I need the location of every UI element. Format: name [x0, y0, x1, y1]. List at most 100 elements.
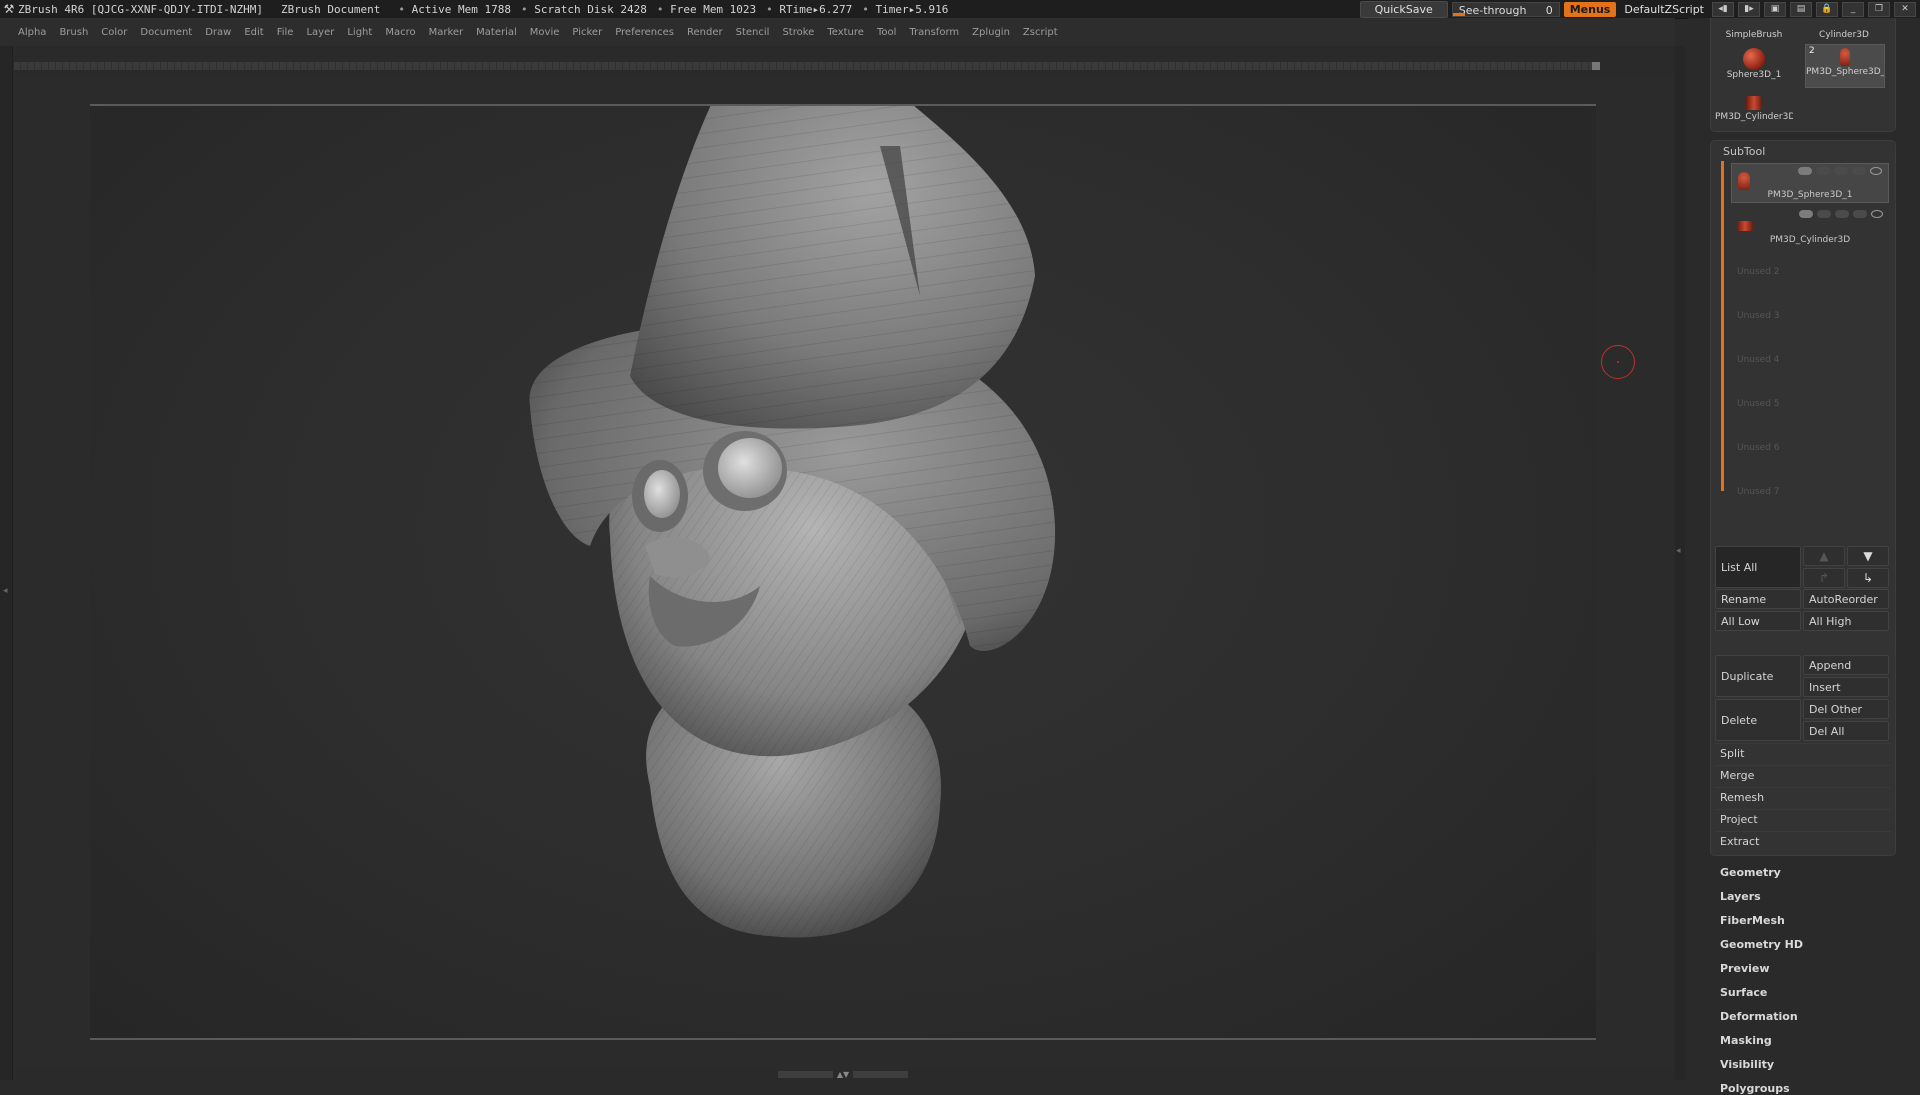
move-up-arrow-icon[interactable]: ↱ — [1803, 568, 1845, 588]
section-geometry-hd[interactable]: Geometry HD — [1720, 938, 1803, 951]
menu-zplugin[interactable]: Zplugin — [972, 27, 1010, 38]
restore-icon[interactable]: ❐ — [1868, 1, 1890, 17]
tray-left-icon[interactable]: ◂▮ — [1712, 1, 1734, 17]
tool-pm3d-cylinder3d1[interactable]: PM3D_Cylinder3D1 — [1715, 90, 1793, 130]
del-other-button[interactable]: Del Other — [1803, 699, 1889, 719]
eye-icon[interactable] — [1870, 167, 1882, 175]
subtool-title[interactable]: SubTool — [1723, 145, 1765, 158]
bottom-handle-left[interactable] — [778, 1071, 833, 1078]
subtool-empty-slot[interactable]: Unused 2 — [1731, 251, 1889, 291]
menu-document[interactable]: Document — [140, 27, 192, 38]
all-high-button[interactable]: All High — [1803, 611, 1889, 631]
lock-icon[interactable]: 🔒 — [1816, 1, 1838, 17]
menu-alpha[interactable]: Alpha — [18, 27, 46, 38]
menu-zscript[interactable]: Zscript — [1023, 27, 1058, 38]
split-button[interactable]: Split — [1715, 743, 1891, 763]
subtool-item[interactable]: PM3D_Sphere3D_1 — [1731, 163, 1889, 203]
bottom-handle-right[interactable] — [853, 1071, 908, 1078]
folder-toggle[interactable] — [1834, 167, 1848, 175]
merge-button[interactable]: Merge — [1715, 765, 1891, 785]
default-zscript-button[interactable]: DefaultZScript — [1620, 3, 1708, 16]
menu-tool[interactable]: Tool — [877, 27, 896, 38]
menu-movie[interactable]: Movie — [530, 27, 560, 38]
del-all-button[interactable]: Del All — [1803, 721, 1889, 741]
bottom-tray-handle[interactable]: ▲▼ — [778, 1071, 908, 1079]
section-fibermesh[interactable]: FiberMesh — [1720, 914, 1785, 927]
document-canvas[interactable] — [90, 104, 1596, 1040]
section-masking[interactable]: Masking — [1720, 1034, 1772, 1047]
bottom-tray-arrow-icon[interactable]: ▲▼ — [837, 1071, 849, 1079]
menu-light[interactable]: Light — [347, 27, 372, 38]
section-deformation[interactable]: Deformation — [1720, 1010, 1798, 1023]
menu-file[interactable]: File — [277, 27, 294, 38]
left-tray-arrow-icon[interactable]: ◂ — [3, 586, 8, 596]
list-all-button[interactable]: List All — [1715, 546, 1801, 588]
subtool-scrollbar[interactable] — [1721, 161, 1724, 491]
project-button[interactable]: Project — [1715, 809, 1891, 829]
subtool-item[interactable]: PM3D_Cylinder3D — [1731, 207, 1889, 247]
see-through-slider[interactable]: See-through 0 — [1451, 1, 1560, 17]
subtool-empty-slot[interactable]: Unused 6 — [1731, 427, 1889, 467]
autoreorder-button[interactable]: AutoReorder — [1803, 589, 1889, 609]
rename-button[interactable]: Rename — [1715, 589, 1801, 609]
menu-layer[interactable]: Layer — [306, 27, 334, 38]
rtime: RTime▸6.277 — [766, 3, 852, 16]
tray-right-icon[interactable]: ▮▸ — [1738, 1, 1760, 17]
menu-preferences[interactable]: Preferences — [615, 27, 674, 38]
extract-button[interactable]: Extract — [1715, 831, 1891, 851]
section-surface[interactable]: Surface — [1720, 986, 1767, 999]
append-button[interactable]: Append — [1803, 655, 1889, 675]
menu-picker[interactable]: Picker — [572, 27, 602, 38]
menu-render[interactable]: Render — [687, 27, 723, 38]
tool-pm3d-sphere3d[interactable]: 2 PM3D_Sphere3D_ — [1805, 44, 1885, 88]
menu-marker[interactable]: Marker — [429, 27, 464, 38]
right-tray-arrow-icon[interactable]: ◂ — [1676, 546, 1681, 556]
menu-macro[interactable]: Macro — [385, 27, 415, 38]
section-preview[interactable]: Preview — [1720, 962, 1770, 975]
menu-transform[interactable]: Transform — [909, 27, 959, 38]
layout-icon[interactable]: ▣ — [1764, 1, 1786, 17]
section-visibility[interactable]: Visibility — [1720, 1058, 1774, 1071]
edit-toggle[interactable] — [1852, 167, 1866, 175]
remesh-button[interactable]: Remesh — [1715, 787, 1891, 807]
eye-icon[interactable] — [1871, 210, 1883, 218]
right-tray-edge[interactable]: ◂ — [1675, 46, 1685, 1080]
polypaint-toggle[interactable] — [1798, 167, 1812, 175]
memory-stats: Active Mem 1788 Scratch Disk 2428 Free M… — [398, 3, 949, 16]
left-tray-edge[interactable]: ◂ — [0, 46, 13, 1080]
layout-alt-icon[interactable]: ▤ — [1790, 1, 1812, 17]
menu-texture[interactable]: Texture — [827, 27, 864, 38]
material-toggle[interactable] — [1816, 167, 1830, 175]
menus-toggle-button[interactable]: Menus — [1563, 1, 1617, 17]
folder-toggle[interactable] — [1835, 210, 1849, 218]
menu-stencil[interactable]: Stencil — [736, 27, 770, 38]
delete-button[interactable]: Delete — [1715, 699, 1801, 741]
edit-toggle[interactable] — [1853, 210, 1867, 218]
quicksave-button[interactable]: QuickSave — [1359, 0, 1448, 18]
subtool-empty-slot[interactable]: Unused 4 — [1731, 339, 1889, 379]
subtool-empty-slot[interactable]: Unused 7 — [1731, 471, 1889, 511]
section-layers[interactable]: Layers — [1720, 890, 1761, 903]
menu-edit[interactable]: Edit — [244, 27, 263, 38]
close-icon[interactable]: ✕ — [1894, 1, 1916, 17]
menu-draw[interactable]: Draw — [205, 27, 231, 38]
insert-button[interactable]: Insert — [1803, 677, 1889, 697]
move-down-icon[interactable]: ▼ — [1847, 546, 1889, 566]
shelf-scroll-handle[interactable] — [1592, 62, 1600, 70]
tool-sphere3d[interactable]: Sphere3D_1 — [1715, 48, 1793, 88]
polypaint-toggle[interactable] — [1799, 210, 1813, 218]
move-up-icon[interactable]: ▲ — [1803, 546, 1845, 566]
move-down-arrow-icon[interactable]: ↳ — [1847, 568, 1889, 588]
subtool-empty-slot[interactable]: Unused 3 — [1731, 295, 1889, 335]
menu-stroke[interactable]: Stroke — [782, 27, 814, 38]
subtool-empty-slot[interactable]: Unused 5 — [1731, 383, 1889, 423]
menu-brush[interactable]: Brush — [59, 27, 88, 38]
material-toggle[interactable] — [1817, 210, 1831, 218]
menu-color[interactable]: Color — [101, 27, 127, 38]
section-polygroups[interactable]: Polygroups — [1720, 1082, 1790, 1095]
menu-material[interactable]: Material — [476, 27, 517, 38]
section-geometry[interactable]: Geometry — [1720, 866, 1781, 879]
all-low-button[interactable]: All Low — [1715, 611, 1801, 631]
duplicate-button[interactable]: Duplicate — [1715, 655, 1801, 697]
minimize-icon[interactable]: _ — [1842, 1, 1864, 17]
